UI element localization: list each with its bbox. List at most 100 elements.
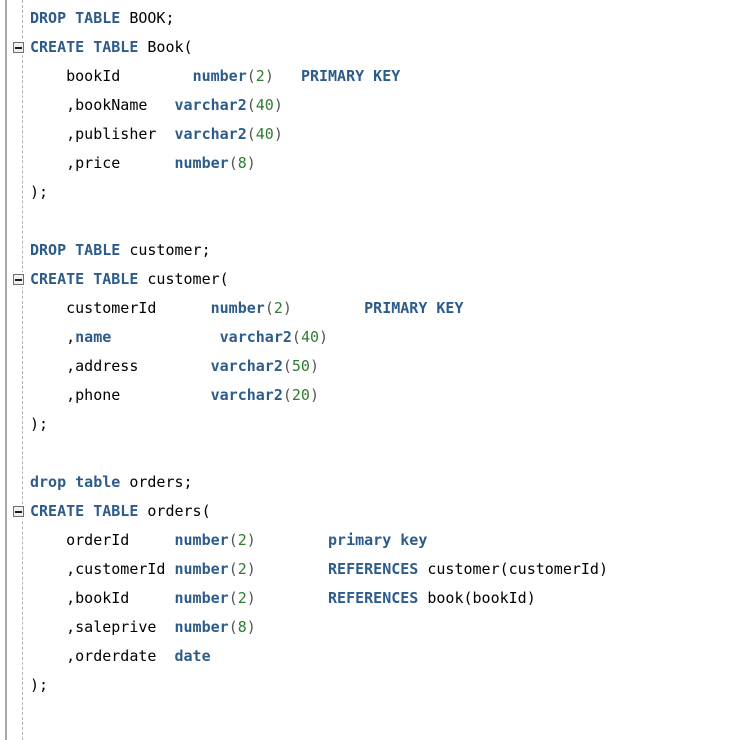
code-token: (: [246, 67, 256, 85]
code-token: (: [228, 589, 238, 607]
code-token: (: [282, 386, 292, 404]
code-token: varchar2: [219, 328, 292, 346]
code-token: ): [282, 299, 292, 317]
code-token: ,saleprive: [30, 618, 175, 636]
code-token: number: [174, 618, 229, 636]
code-token: ): [309, 357, 319, 375]
code-line-create-orders[interactable]: CREATE TABLE orders(: [30, 497, 211, 526]
code-token: name: [75, 328, 112, 346]
code-token: 40: [300, 328, 319, 346]
code-token: ): [246, 531, 256, 549]
code-token: REFERENCES: [328, 589, 419, 607]
code-token: (: [228, 618, 238, 636]
code-token: 50: [291, 357, 310, 375]
code-token: (: [264, 299, 274, 317]
code-line-customer-name[interactable]: ,name varchar2(40): [30, 323, 328, 352]
code-token: varchar2: [210, 386, 283, 404]
code-line-drop-book[interactable]: DROP TABLE BOOK;: [30, 4, 175, 33]
code-line-drop-orders[interactable]: drop table orders;: [30, 468, 193, 497]
code-line-book-bookname[interactable]: ,bookName varchar2(40): [30, 91, 283, 120]
code-line-orders-orderid[interactable]: orderId number(2) primary key: [30, 526, 427, 555]
code-line-drop-customer[interactable]: DROP TABLE customer;: [30, 236, 211, 265]
code-line-orders-close[interactable]: );: [30, 671, 48, 700]
code-token: orders;: [120, 473, 193, 491]
fold-marker-create-orders[interactable]: [13, 506, 24, 517]
code-token: (: [246, 125, 256, 143]
fold-marker-create-book[interactable]: [13, 42, 24, 53]
code-token: 2: [255, 67, 265, 85]
code-token: ,publisher: [30, 125, 175, 143]
code-token: 40: [255, 125, 274, 143]
code-token: orders(: [138, 502, 211, 520]
code-token: (: [246, 96, 256, 114]
code-token: ): [273, 125, 283, 143]
fold-marker-create-customer[interactable]: [13, 274, 24, 285]
code-line-orders-customerid[interactable]: ,customerId number(2) REFERENCES custome…: [30, 555, 608, 584]
code-token: customer(customerId): [418, 560, 608, 578]
code-line-book-publisher[interactable]: ,publisher varchar2(40): [30, 120, 283, 149]
code-token: ,orderdate: [30, 647, 175, 665]
code-token: ): [246, 154, 256, 172]
code-token: ,price: [30, 154, 175, 172]
code-token: bookId: [30, 67, 193, 85]
code-token: (: [228, 154, 238, 172]
code-token: number: [192, 67, 247, 85]
code-line-customer-phone[interactable]: ,phone varchar2(20): [30, 381, 319, 410]
code-token: ): [309, 386, 319, 404]
code-line-create-customer[interactable]: CREATE TABLE customer(: [30, 265, 229, 294]
code-token: ): [319, 328, 329, 346]
code-token: 2: [237, 589, 247, 607]
code-token: BOOK;: [120, 9, 175, 27]
code-token: ,address: [30, 357, 211, 375]
code-token: orderId: [30, 531, 175, 549]
code-token: 2: [237, 531, 247, 549]
code-line-customer-customerid[interactable]: customerId number(2) PRIMARY KEY: [30, 294, 463, 323]
code-line-customer-address[interactable]: ,address varchar2(50): [30, 352, 319, 381]
code-token: DROP TABLE: [30, 9, 121, 27]
code-token: ,: [30, 328, 76, 346]
code-token: ): [246, 589, 256, 607]
code-line-book-bookid[interactable]: bookId number(2) PRIMARY KEY: [30, 62, 400, 91]
code-line-book-price[interactable]: ,price number(8): [30, 149, 256, 178]
code-token: REFERENCES: [328, 560, 419, 578]
code-token: book(bookId): [418, 589, 536, 607]
code-text-area[interactable]: DROP TABLE BOOK; CREATE TABLE Book( bookI…: [0, 0, 750, 740]
code-token: ): [246, 618, 256, 636]
code-token: );: [30, 676, 49, 694]
code-line-customer-close[interactable]: );: [30, 410, 48, 439]
code-token: drop table: [30, 473, 121, 491]
code-token: CREATE TABLE: [30, 38, 139, 56]
code-token: ,bookName: [30, 96, 175, 114]
code-token: number: [174, 560, 229, 578]
code-token: 8: [237, 154, 247, 172]
code-token: ): [264, 67, 274, 85]
code-token: CREATE TABLE: [30, 270, 139, 288]
code-token: varchar2: [174, 96, 247, 114]
code-token: number: [174, 589, 229, 607]
code-token: (: [228, 560, 238, 578]
code-token: (: [291, 328, 301, 346]
code-line-orders-bookid[interactable]: ,bookId number(2) REFERENCES book(bookId…: [30, 584, 536, 613]
code-token: 20: [291, 386, 310, 404]
code-line-create-book[interactable]: CREATE TABLE Book(: [30, 33, 193, 62]
code-line-orders-saleprive[interactable]: ,saleprive number(8): [30, 613, 256, 642]
code-token: primary key: [328, 531, 428, 549]
code-line-book-close[interactable]: );: [30, 178, 48, 207]
code-token: 8: [237, 618, 247, 636]
code-token: 40: [255, 96, 274, 114]
code-token: varchar2: [174, 125, 247, 143]
code-token: 2: [273, 299, 283, 317]
code-token: ,customerId: [30, 560, 175, 578]
code-line-orders-orderdate[interactable]: ,orderdate date: [30, 642, 211, 671]
code-token: number: [174, 531, 229, 549]
code-token: PRIMARY KEY: [300, 67, 401, 85]
code-token: ,phone: [30, 386, 211, 404]
sql-code-editor[interactable]: DROP TABLE BOOK; CREATE TABLE Book( bookI…: [0, 0, 750, 740]
code-token: ,bookId: [30, 589, 175, 607]
